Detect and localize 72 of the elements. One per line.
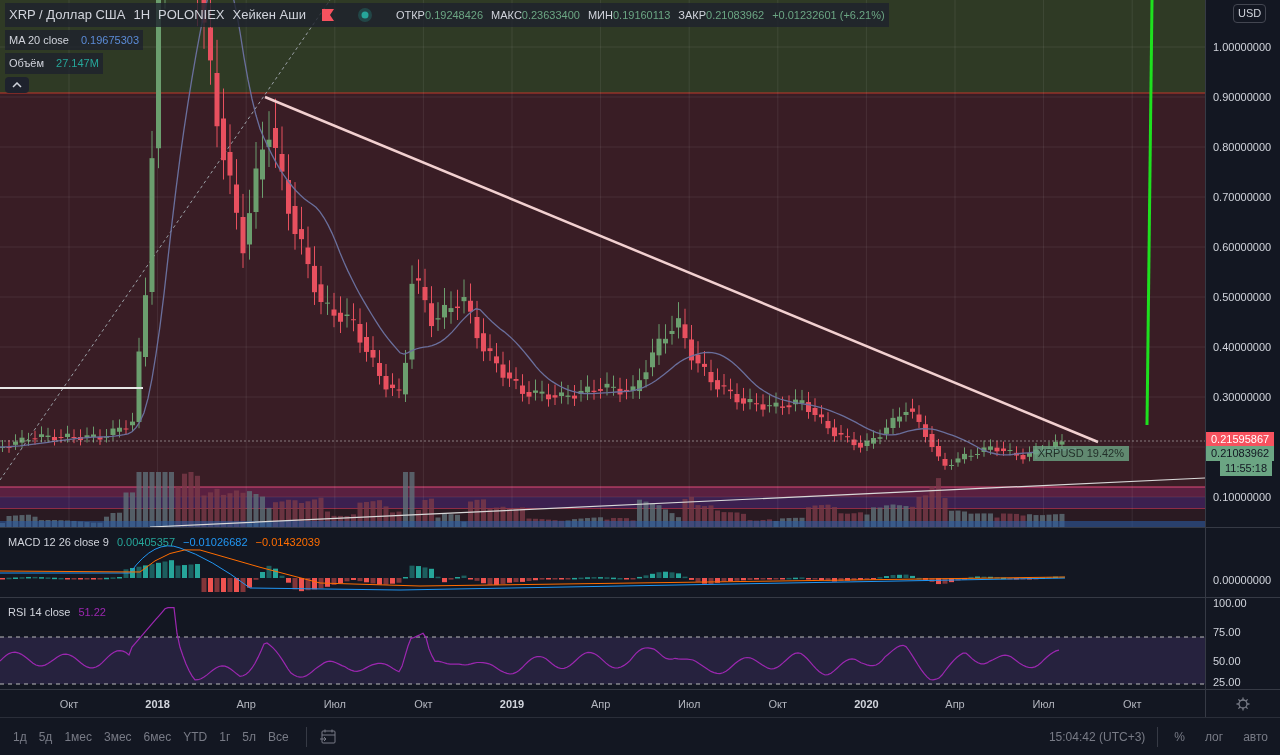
indicator-label: MACD 12 26 close 9 — [8, 535, 109, 550]
ohlc-value: 0.19160113 — [612, 7, 671, 23]
chart-type-text: Хейкен Аши — [232, 6, 306, 24]
indicator-value: 0.19675303 — [80, 32, 140, 48]
macd-tick: 0.00000000 — [1213, 573, 1272, 588]
indicator-value: 0.00405357 — [116, 535, 175, 550]
scale-button[interactable]: % — [1170, 727, 1189, 746]
range-button[interactable]: 1г — [214, 723, 236, 750]
ohlc-label: МИН — [587, 7, 613, 23]
rsi-tick: 50.00 — [1213, 655, 1241, 667]
scale-button[interactable]: авто — [1239, 727, 1272, 746]
price-tick: 0.70000000 — [1213, 191, 1272, 203]
price-tick: 0.30000000 — [1213, 391, 1272, 403]
indicator-value: −0.01026682 — [183, 535, 248, 550]
indicator-label: RSI 14 close — [8, 605, 71, 620]
date-range-icon[interactable] — [318, 728, 337, 745]
indicator-value: 27.147M — [56, 56, 99, 71]
settings-icon[interactable] — [1236, 696, 1250, 711]
symbol-tag: XRPUSD 19.42% — [1032, 446, 1129, 461]
indicator-label: MA 20 close — [9, 32, 69, 48]
ohlc-label: МАКС — [491, 7, 522, 23]
indicator-value: 51.22 — [78, 605, 106, 620]
time-tick: Апр — [590, 697, 611, 712]
range-button[interactable]: 1мес — [59, 723, 97, 750]
ohlc-label: ОТКР — [395, 7, 425, 23]
rsi-tick: 25.00 — [1213, 676, 1241, 688]
rsi-tick: 100.00 — [1213, 597, 1247, 609]
price-tick: 0.10000000 — [1213, 491, 1272, 503]
rsi-tick: 75.00 — [1213, 626, 1241, 638]
currency-button[interactable]: USD — [1233, 4, 1267, 23]
symbol-name: XRP / Доллар США — [9, 6, 126, 24]
exchange-text: POLONIEX — [158, 6, 225, 24]
scale-button[interactable]: лог — [1201, 727, 1228, 746]
ohlc-value: 0.21083962 — [706, 7, 765, 23]
time-tick: Июл — [678, 697, 701, 712]
range-button[interactable]: 5д — [33, 723, 58, 750]
price-tick: 0.90000000 — [1213, 91, 1272, 103]
price-tick: 0.80000000 — [1213, 141, 1272, 153]
price-tick: 0.40000000 — [1213, 341, 1272, 353]
time-tick: 2020 — [854, 697, 879, 712]
time-tick: Окт — [414, 697, 433, 712]
ohlc-value: 0.19248426 — [424, 7, 484, 23]
ohlc-value: 0.23633400 — [521, 7, 580, 23]
price-tick: 1.00000000 — [1213, 41, 1272, 53]
price-tick: 0.60000000 — [1213, 241, 1272, 253]
chevron-up-icon — [12, 81, 22, 88]
time-tick: Окт — [59, 697, 79, 712]
time-tick: Июл — [1032, 697, 1055, 712]
indicator-value: −0.01432039 — [255, 535, 321, 550]
price-tick: 0.50000000 — [1213, 291, 1272, 303]
interval-text: 1H — [133, 6, 151, 24]
flag-icon[interactable] — [321, 8, 334, 21]
range-button[interactable]: YTD — [178, 723, 213, 750]
countdown-tag: 11:55:18 — [1220, 461, 1272, 476]
clock-text: 15:04:42 (UTC+3) — [1048, 728, 1146, 746]
indicator-label: Объём — [9, 56, 45, 71]
status-dot-icon — [357, 7, 372, 22]
range-button[interactable]: 5л — [237, 723, 261, 750]
time-tick: Окт — [1122, 697, 1142, 712]
time-tick: 2019 — [499, 697, 525, 712]
time-tick: Окт — [768, 697, 788, 712]
ohlc-label: ЗАКР — [678, 7, 706, 23]
range-button[interactable]: 3мес — [99, 723, 137, 750]
range-button[interactable]: 6мес — [138, 723, 177, 750]
price-tag: 0.21083962 — [1206, 446, 1275, 461]
time-tick: Апр — [236, 697, 256, 712]
price-change-text: +0.01232601 (+6.21%) — [772, 7, 885, 23]
time-tick: 2018 — [145, 697, 170, 712]
time-tick: Июл — [323, 697, 346, 712]
range-button[interactable]: 1д — [8, 723, 32, 750]
range-button[interactable]: Все — [262, 723, 294, 750]
time-tick: Апр — [945, 697, 965, 712]
